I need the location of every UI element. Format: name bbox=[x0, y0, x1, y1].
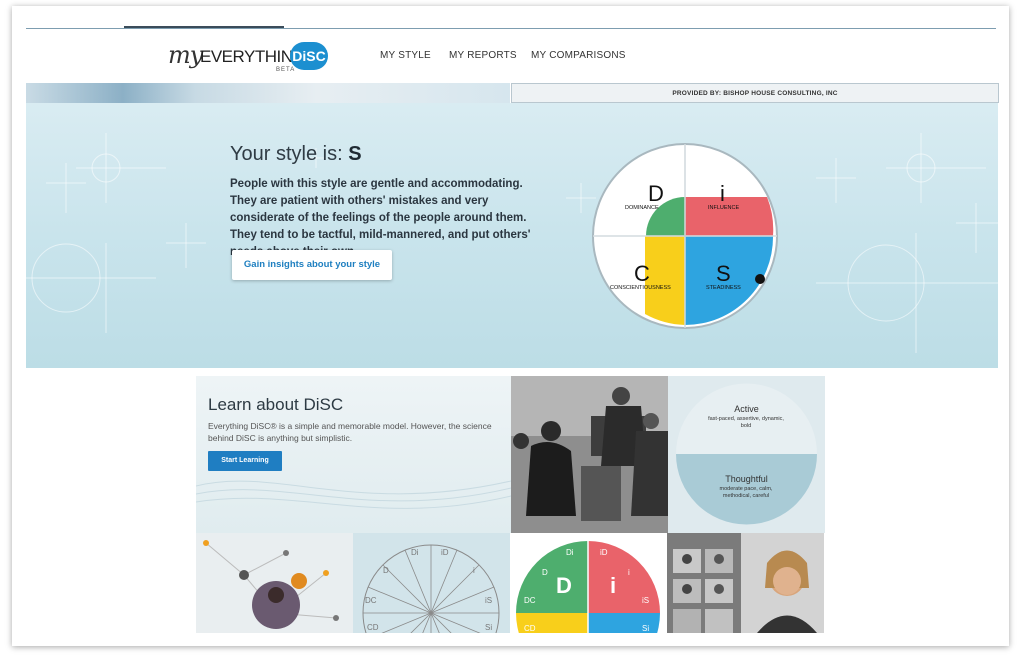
nav-my-style[interactable]: MY STYLE bbox=[380, 50, 431, 61]
wheel-label-cd: CD bbox=[367, 623, 379, 632]
active-thoughtful-circle bbox=[676, 383, 817, 525]
wheel-label-di: Di bbox=[411, 548, 419, 557]
network-graphic bbox=[203, 540, 339, 629]
disc-label-conscientiousness: CONSCIENTIOUSNESS bbox=[610, 285, 671, 291]
top-border bbox=[26, 28, 996, 29]
disc-letter-s: S bbox=[716, 261, 731, 286]
wheel-label-d: D bbox=[383, 566, 389, 575]
disc-letter-d: D bbox=[648, 181, 664, 206]
colored-disc-d: D bbox=[556, 573, 572, 598]
active-title: Active bbox=[734, 404, 759, 414]
active-thoughtful-tile[interactable]: Active fast-paced, assertive, dynamic, b… bbox=[668, 376, 825, 533]
wheel-label-id: iD bbox=[441, 548, 449, 557]
style-heading-prefix: Your style is: bbox=[230, 143, 343, 165]
user-position-dot bbox=[755, 274, 765, 284]
svg-text:Di: Di bbox=[566, 548, 574, 557]
start-learning-button[interactable]: Start Learning bbox=[208, 451, 282, 471]
thoughtful-desc: moderate pace, calm, methodical, careful bbox=[719, 486, 773, 499]
video-conference-tile[interactable] bbox=[667, 533, 824, 633]
svg-text:i: i bbox=[628, 568, 630, 577]
nav-my-comparisons[interactable]: MY COMPARISONS bbox=[531, 50, 626, 61]
svg-text:Si: Si bbox=[642, 624, 649, 633]
wheel-label-si: Si bbox=[485, 623, 492, 632]
svg-text:DC: DC bbox=[524, 596, 536, 605]
learn-about-disc-card: Learn about DiSC Everything DiSC® is a s… bbox=[196, 376, 511, 533]
nav-my-reports[interactable]: MY REPORTS bbox=[449, 50, 517, 61]
video-conference-photo bbox=[667, 533, 824, 633]
influence-quadrant bbox=[685, 197, 774, 236]
header-image-strip bbox=[26, 83, 510, 103]
logo-my: my bbox=[168, 41, 203, 69]
colored-disc-graphic: Di iD Di DC iS CD Si D i bbox=[516, 541, 660, 633]
colored-disc-tile[interactable]: Di iD Di DC iS CD Si D i bbox=[510, 533, 667, 633]
conscientiousness-quadrant bbox=[645, 236, 685, 325]
svg-text:iS: iS bbox=[642, 596, 649, 605]
logo-beta: BETA bbox=[276, 67, 296, 73]
svg-text:D: D bbox=[542, 568, 548, 577]
disc-style-circle: D DOMINANCE i INFLUENCE C CONSCIENTIOUSN… bbox=[592, 143, 778, 329]
gain-insights-button[interactable]: Gain insights about your style bbox=[232, 250, 392, 280]
disc-label-steadiness: STEADINESS bbox=[706, 285, 741, 291]
svg-text:CD: CD bbox=[524, 624, 536, 633]
network-photo-tile[interactable] bbox=[196, 533, 353, 633]
learn-title: Learn about DiSC bbox=[208, 395, 344, 414]
wheel-label-i: i bbox=[473, 566, 475, 575]
disc-label-dominance: DOMINANCE bbox=[625, 205, 659, 211]
historic-photo bbox=[511, 376, 668, 533]
style-heading: Your style is: S bbox=[230, 143, 362, 166]
disc-letter-i: i bbox=[720, 181, 725, 206]
wheel-label-dc: DC bbox=[365, 596, 377, 605]
colored-disc-i: i bbox=[610, 573, 616, 598]
style-letter: S bbox=[348, 143, 362, 165]
historic-photo-tile[interactable] bbox=[511, 376, 668, 533]
disc-wheel-tile[interactable]: Di iD D i DC iS CD Si bbox=[353, 533, 510, 633]
disc-label-influence: INFLUENCE bbox=[708, 205, 740, 211]
disc-letter-c: C bbox=[634, 261, 650, 286]
my-everything-disc-logo[interactable]: my EVERYTHING BETA DiSC bbox=[168, 35, 338, 75]
style-description: People with this style are gentle and ac… bbox=[230, 178, 531, 258]
thoughtful-title: Thoughtful bbox=[725, 474, 768, 484]
wheel-label-is: iS bbox=[485, 596, 492, 605]
disc-wheel-graphic: Di iD D i DC iS CD Si bbox=[362, 544, 500, 633]
learn-description: Everything DiSC® is a simple and memorab… bbox=[208, 421, 492, 443]
svg-text:iD: iD bbox=[600, 548, 608, 557]
provider-banner: PROVIDED BY: BISHOP HOUSE CONSULTING, IN… bbox=[511, 83, 999, 103]
logo-disc-badge: DiSC bbox=[290, 42, 328, 70]
active-desc: fast-paced, assertive, dynamic, bold bbox=[708, 416, 784, 429]
